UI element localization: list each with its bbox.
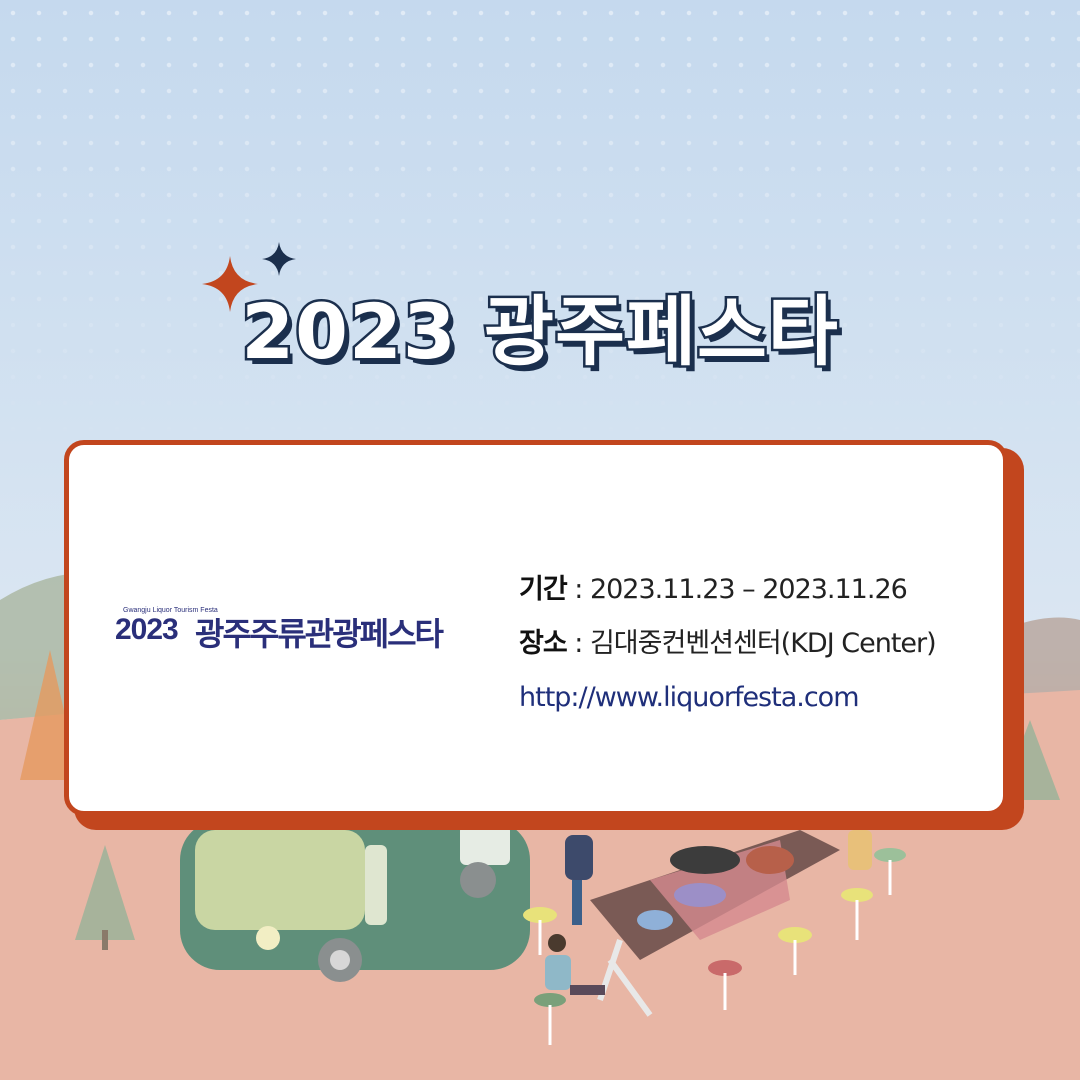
- title-container: 2023 광주페스타: [0, 270, 1080, 380]
- venue-row: 장소 : 김대중컨벤션센터(KDJ Center): [519, 617, 937, 671]
- url-row: http://www.liquorfesta.com: [519, 671, 936, 725]
- period-label: 기간: [519, 574, 568, 605]
- page-title: 2023 광주페스타: [239, 285, 841, 379]
- camper-van: [180, 820, 530, 982]
- event-info: 기간 : 2023.11.23 – 2023.11.26 장소 : 김대중컨벤션…: [519, 563, 937, 725]
- background-scene: 2023 광주페스타 Gwangju Liquor Tourism Festa …: [0, 0, 1080, 1080]
- venue-value: 김대중컨벤션센터(KDJ Center): [589, 628, 937, 659]
- period-row: 기간 : 2023.11.23 – 2023.11.26: [519, 563, 936, 617]
- period-value: 2023.11.23 – 2023.11.26: [589, 574, 908, 605]
- festival-logo: Gwangju Liquor Tourism Festa 2023 광주주류관광…: [115, 607, 490, 653]
- colon-separator: :: [566, 628, 590, 659]
- venue-label: 장소: [519, 628, 568, 659]
- logo-year: 2023: [115, 613, 179, 646]
- info-card: Gwangju Liquor Tourism Festa 2023 광주주류관광…: [64, 440, 1008, 816]
- logo-name: 광주주류관광페스타: [195, 615, 444, 653]
- colon-separator: :: [566, 574, 590, 605]
- website-link[interactable]: http://www.liquorfesta.com: [519, 682, 860, 713]
